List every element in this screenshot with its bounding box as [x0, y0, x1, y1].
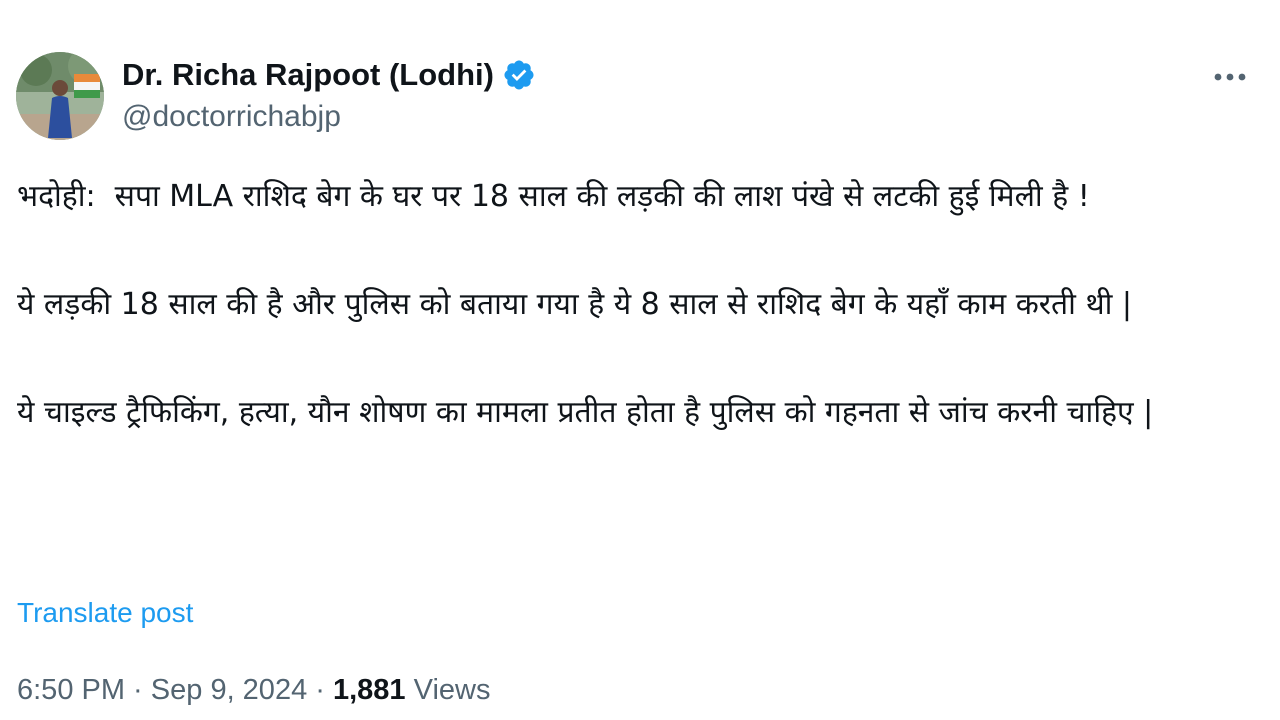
translate-post-link[interactable]: Translate post [17, 597, 193, 629]
post-text: भदोही: सपा MLA राशिद बेग के घर पर 18 साल… [17, 170, 1262, 440]
author-handle[interactable]: @doctorrichabjp [122, 100, 536, 134]
post-time[interactable]: 6:50 PM [17, 674, 125, 706]
more-horizontal-icon [1214, 73, 1246, 81]
avatar[interactable] [16, 52, 104, 140]
meta-separator: · [125, 674, 151, 706]
post-paragraph: भदोही: सपा MLA राशिद बेग के घर पर 18 साल… [17, 179, 1090, 214]
views-label: Views [405, 674, 491, 706]
author-name-row: Dr. Richa Rajpoot (Lodhi) [122, 52, 536, 98]
post-paragraph: ये चाइल्ड ट्रैफिकिंग, हत्या, यौन शोषण का… [17, 395, 1154, 430]
post-date[interactable]: Sep 9, 2024 [151, 674, 307, 706]
verified-badge-icon[interactable] [502, 58, 536, 92]
tweet-card: Dr. Richa Rajpoot (Lodhi) @doctorrichabj… [0, 0, 1280, 720]
author-display-name[interactable]: Dr. Richa Rajpoot (Lodhi) [122, 57, 494, 93]
views-count[interactable]: 1,881 [333, 674, 406, 706]
avatar-image [16, 52, 104, 140]
post-metadata: 6:50 PM · Sep 9, 2024 · 1,881 Views [17, 674, 490, 707]
meta-separator: · [307, 674, 333, 706]
author-block: Dr. Richa Rajpoot (Lodhi) @doctorrichabj… [122, 52, 536, 134]
more-options-button[interactable] [1210, 62, 1250, 92]
post-paragraph: ये लड़की 18 साल की है और पुलिस को बताया … [17, 287, 1133, 322]
